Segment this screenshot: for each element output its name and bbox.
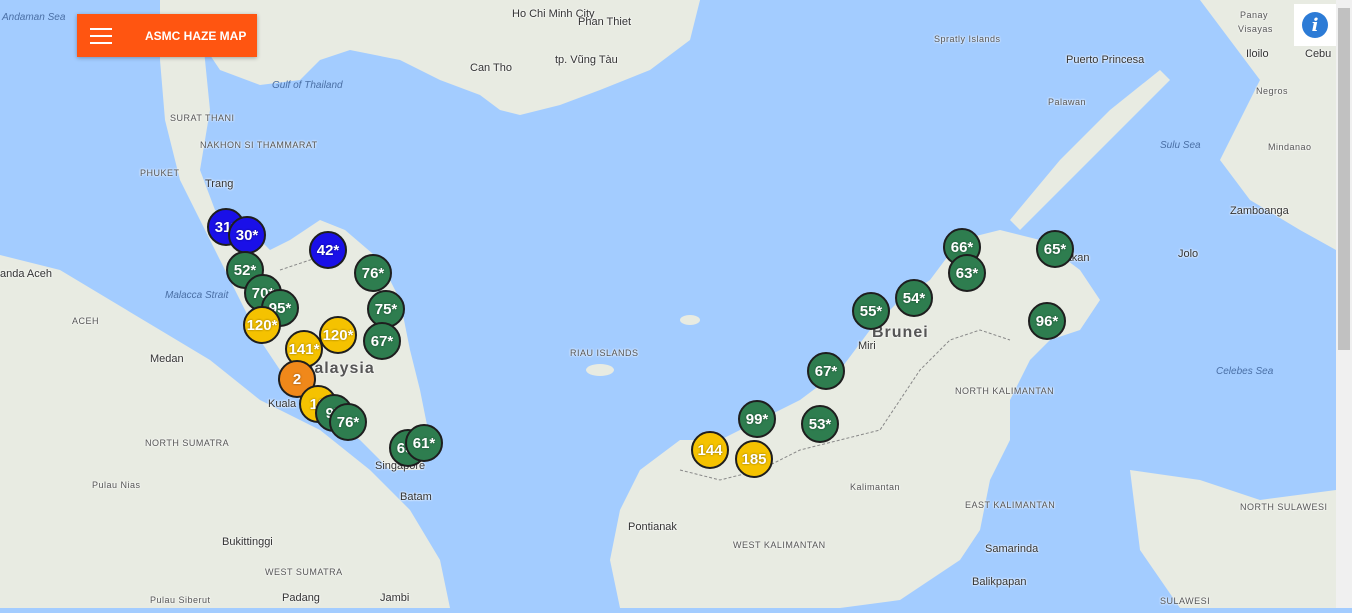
place-label-sea: Sulu Sea xyxy=(1160,140,1201,151)
place-label-city: anda Aceh xyxy=(0,268,52,280)
place-label-city: Phan Thiet xyxy=(578,16,632,28)
place-label-region: SULAWESI xyxy=(1160,596,1211,606)
haze-map[interactable]: Andaman Sea Ho Chi Minh City Phan Thiet Can… xyxy=(0,0,1352,608)
psi-station-marker[interactable]: 67* xyxy=(807,352,845,390)
place-label-city: Bukittinggi xyxy=(222,536,273,548)
psi-station-marker[interactable]: 185 xyxy=(735,440,773,478)
psi-station-marker[interactable]: 42* xyxy=(309,231,347,269)
place-label-sea: Andaman Sea xyxy=(2,12,66,23)
place-label-city: Padang xyxy=(282,592,320,604)
place-label-city: Pontianak xyxy=(628,521,677,533)
place-label-region: SURAT THANI xyxy=(170,113,235,123)
place-label-city: Can Tho xyxy=(470,62,512,74)
psi-station-marker[interactable]: 61* xyxy=(405,424,443,462)
place-label-region: NORTH SUMATRA xyxy=(145,438,230,448)
place-label-region: Panay xyxy=(1240,10,1269,20)
psi-station-marker[interactable]: 65* xyxy=(1036,230,1074,268)
place-label-region: WEST KALIMANTAN xyxy=(733,540,826,550)
place-label-city: Samarinda xyxy=(985,543,1039,555)
psi-station-marker[interactable]: 120* xyxy=(319,316,357,354)
psi-station-marker[interactable]: 144 xyxy=(691,431,729,469)
psi-station-marker[interactable]: 54* xyxy=(895,279,933,317)
psi-station-marker[interactable]: 67* xyxy=(363,322,401,360)
place-label-region: Mindanao xyxy=(1268,142,1312,152)
place-label-region: Pulau Siberut xyxy=(150,595,211,605)
psi-station-marker[interactable]: 55* xyxy=(852,292,890,330)
place-label-city: tp. Vũng Tàu xyxy=(555,54,618,66)
place-label-sea: Celebes Sea xyxy=(1216,366,1274,377)
place-label-city: Medan xyxy=(150,353,184,365)
map-basemap xyxy=(0,0,1352,608)
place-label-city: Batam xyxy=(400,491,432,503)
place-label-region: NORTH KALIMANTAN xyxy=(955,386,1055,396)
psi-station-marker[interactable]: 63* xyxy=(948,254,986,292)
psi-station-marker[interactable]: 53* xyxy=(801,405,839,443)
psi-station-marker[interactable]: 30* xyxy=(228,216,266,254)
place-label-region: Spratly Islands xyxy=(934,34,1001,44)
place-label-region: Palawan xyxy=(1048,97,1087,107)
place-label-region: RIAU ISLANDS xyxy=(570,348,639,358)
riau-islands xyxy=(586,364,614,376)
psi-station-marker[interactable]: 76* xyxy=(354,254,392,292)
place-label-city: Zamboanga xyxy=(1230,205,1289,217)
scrollbar[interactable] xyxy=(1336,0,1352,608)
scrollbar-thumb[interactable] xyxy=(1338,8,1350,350)
place-label-city: Iloilo xyxy=(1246,48,1269,60)
place-label-region: WEST SUMATRA xyxy=(265,567,343,577)
place-label-sea: Malacca Strait xyxy=(165,290,229,301)
place-label-city: Miri xyxy=(858,340,876,352)
place-label-sea: Gulf of Thailand xyxy=(272,80,343,91)
place-label-region: NORTH SULAWESI xyxy=(1240,502,1328,512)
place-label-region: Kalimantan xyxy=(850,482,901,492)
place-label-city: Balikpapan xyxy=(972,576,1027,588)
psi-station-marker[interactable]: 76* xyxy=(329,403,367,441)
psi-station-marker[interactable]: 96* xyxy=(1028,302,1066,340)
place-label-region: Negros xyxy=(1256,86,1289,96)
natuna-island xyxy=(680,315,700,325)
psi-station-marker[interactable]: 99* xyxy=(738,400,776,438)
app-title: ASMC HAZE MAP xyxy=(145,28,247,43)
place-label-city: Jambi xyxy=(380,592,410,604)
place-label-city: Kuala xyxy=(268,398,297,410)
hamburger-menu-icon[interactable] xyxy=(77,14,125,57)
place-label-region: ACEH xyxy=(72,316,100,326)
place-label-region: Visayas xyxy=(1238,24,1273,34)
info-button[interactable]: i xyxy=(1294,4,1336,46)
info-icon: i xyxy=(1302,12,1328,38)
place-label-city: Puerto Princesa xyxy=(1066,54,1145,66)
place-label-region: NAKHON SI THAMMARAT xyxy=(200,140,318,150)
app-header: ASMC HAZE MAP xyxy=(77,14,257,57)
place-label-city: Trang xyxy=(205,178,234,190)
place-label-region: PHUKET xyxy=(140,168,180,178)
psi-station-marker[interactable]: 120* xyxy=(243,306,281,344)
place-label-city: Cebu xyxy=(1305,48,1332,60)
place-label-city: Jolo xyxy=(1178,248,1199,260)
place-label-region: Pulau Nias xyxy=(92,480,141,490)
place-label-region: EAST KALIMANTAN xyxy=(965,500,1056,510)
